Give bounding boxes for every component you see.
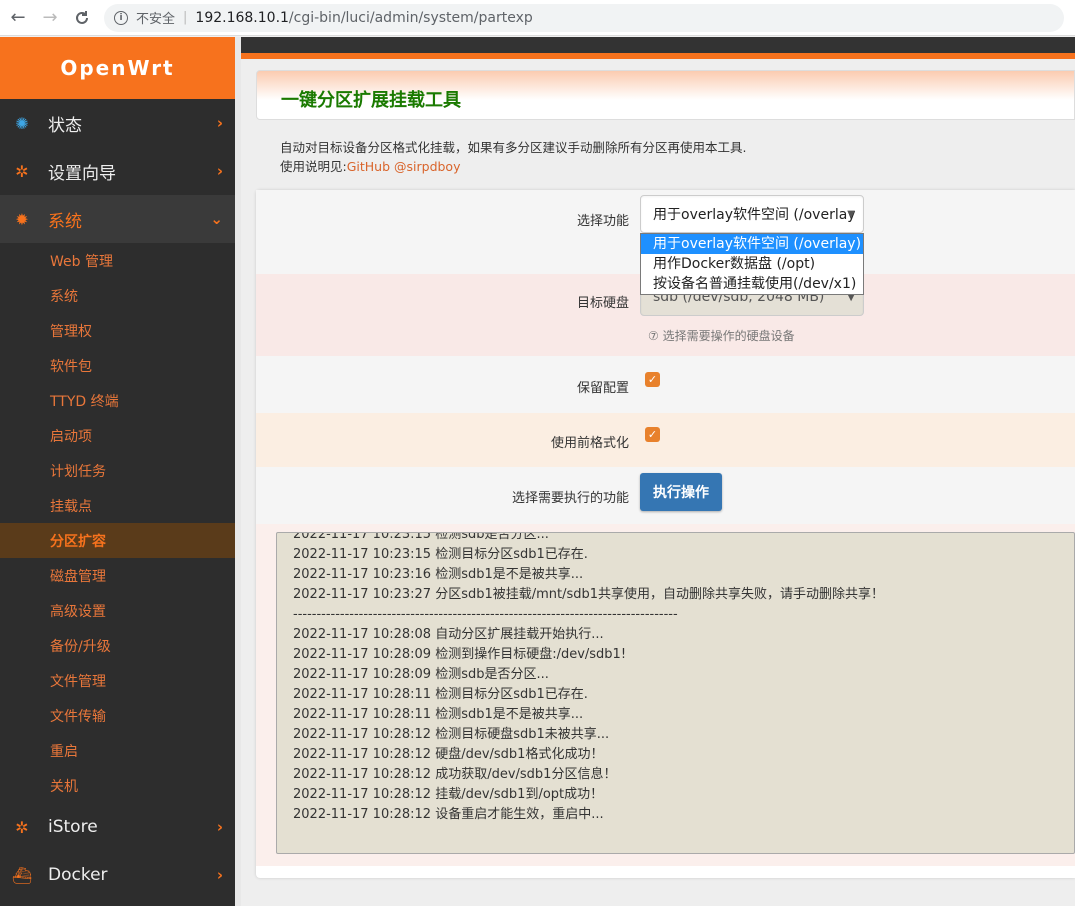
- sidebar-subitem-diskman[interactable]: 磁盘管理: [0, 558, 235, 593]
- format-label: 使用前格式化: [550, 436, 629, 451]
- log-lines: 2022-11-17 10:23:15 检测sdb是否分区... 2022-11…: [293, 532, 885, 825]
- sidebar-subitem-packages[interactable]: 软件包: [0, 348, 235, 383]
- exec-label: 选择需要执行的功能: [511, 491, 629, 506]
- sidebar-subitem-reboot[interactable]: 重启: [0, 733, 235, 768]
- sidebar-subitem-partexp[interactable]: 分区扩容: [0, 523, 235, 558]
- function-select-value: 用于overlay软件空间 (/overlay: [653, 207, 856, 223]
- url-path: /cgi-bin/luci/admin/system/partexp: [288, 9, 533, 26]
- log-line: 2022-11-17 10:28:11 检测sdb1是不是被共享...: [293, 707, 584, 722]
- page-description: 自动对目标设备分区格式化挂载，如果有多分区建议手动删除所有分区再使用本工具. 使…: [280, 138, 746, 176]
- sidebar-subitem-advanced[interactable]: 高级设置: [0, 593, 235, 628]
- log-line: 2022-11-17 10:23:27 分区sdb1被挂载/mnt/sdb1共享…: [293, 587, 885, 602]
- log-line: 2022-11-17 10:23:16 检测sdb1是不是被共享...: [293, 567, 584, 582]
- sidebar-subitem-crontab[interactable]: 计划任务: [0, 453, 235, 488]
- gear-icon: ✹: [15, 209, 29, 229]
- format-checkbox[interactable]: ✓: [645, 427, 660, 442]
- spinner-icon: ✲: [15, 817, 29, 837]
- sidebar-subitem-backup[interactable]: 备份/升级: [0, 628, 235, 663]
- address-separator: |: [183, 10, 188, 25]
- function-dropdown-list: 用于overlay软件空间 (/overlay) 用作Docker数据盘 (/o…: [640, 233, 864, 295]
- chevron-right-icon: ›: [216, 114, 223, 132]
- back-arrow-icon: ←: [10, 7, 26, 28]
- log-line: 2022-11-17 10:23:15 检测sdb是否分区...: [293, 532, 549, 542]
- spinner-icon: ✲: [15, 161, 29, 181]
- log-line: 2022-11-17 10:28:11 检测目标分区sdb1已存在.: [293, 687, 588, 702]
- disk-hint: ⑦ 选择需要操作的硬盘设备: [648, 329, 795, 343]
- description-line-2: 使用说明见:GitHub @sirpdboy: [280, 157, 746, 176]
- docker-icon: ⛴: [11, 865, 33, 885]
- url-host: 192.168.10.1: [195, 9, 289, 26]
- log-container: 2022-11-17 10:23:15 检测sdb是否分区... 2022-11…: [256, 524, 1075, 866]
- log-line: 2022-11-17 10:28:09 检测到操作目标硬盘:/dev/sdb1!: [293, 647, 627, 662]
- chevron-down-icon: ▼: [847, 208, 855, 220]
- sidebar-subitem-admin[interactable]: 管理权: [0, 313, 235, 348]
- sidebar-item-label: 状态: [48, 115, 82, 136]
- keep-config-checkbox[interactable]: ✓: [645, 372, 660, 387]
- sidebar-subitem-filetransfer[interactable]: 文件传输: [0, 698, 235, 733]
- github-link[interactable]: GitHub @sirpdboy: [347, 159, 461, 174]
- brand-logo[interactable]: OpenWrt: [0, 37, 235, 99]
- insecure-label: 不安全: [136, 12, 176, 27]
- address-bar[interactable]: i 不安全 | 192.168.10.1/cgi-bin/luci/admin/…: [104, 3, 1064, 32]
- sidebar-item-label: iStore: [48, 817, 98, 837]
- info-icon[interactable]: i: [114, 10, 128, 25]
- form-row-keep-config: 保留配置 ✓: [256, 356, 1075, 413]
- page-title: 一键分区扩展挂载工具: [281, 90, 461, 111]
- sidebar-item-label: 设置向导: [48, 163, 116, 184]
- function-select[interactable]: 用于overlay软件空间 (/overlay ▼: [640, 195, 864, 233]
- log-line: 2022-11-17 10:23:15 检测目标分区sdb1已存在.: [293, 547, 588, 562]
- dropdown-option-overlay[interactable]: 用于overlay软件空间 (/overlay): [641, 234, 863, 254]
- chevron-down-icon: ⌄: [210, 210, 223, 228]
- log-line: 2022-11-17 10:28:12 挂载/dev/sdb1到/opt成功！: [293, 787, 604, 802]
- form-row-format: 使用前格式化 ✓: [256, 413, 1075, 467]
- reload-icon: [76, 10, 88, 24]
- description-line: 自动对目标设备分区格式化挂载，如果有多分区建议手动删除所有分区再使用本工具.: [280, 140, 747, 155]
- sidebar-item-label: Docker: [48, 865, 108, 885]
- log-line: 2022-11-17 10:28:12 硬盘/dev/sdb1格式化成功！: [293, 747, 604, 762]
- sidebar-item-system[interactable]: ✹ 系统 ⌄: [0, 195, 235, 243]
- log-line: 2022-11-17 10:28:08 自动分区扩展挂载开始执行...: [293, 627, 604, 642]
- sidebar-item-status[interactable]: ✺ 状态 ›: [0, 99, 235, 147]
- forward-button[interactable]: →: [36, 4, 64, 32]
- header-bar: [241, 37, 1075, 53]
- sidebar-subitem-ttyd[interactable]: TTYD 终端: [0, 383, 235, 418]
- sidebar-subitem-web[interactable]: Web 管理: [0, 243, 235, 278]
- title-card: 一键分区扩展挂载工具: [256, 70, 1075, 120]
- chevron-right-icon: ›: [216, 818, 223, 836]
- log-line: 2022-11-17 10:28:12 成功获取/dev/sdb1分区信息！: [293, 767, 617, 782]
- back-button[interactable]: ←: [4, 4, 32, 32]
- browser-toolbar: ← → i 不安全 | 192.168.10.1/cgi-bin/luci/ad…: [0, 0, 1075, 36]
- sidebar-subitem-filemanager[interactable]: 文件管理: [0, 663, 235, 698]
- sidebar-item-istore[interactable]: ✲ iStore ›: [0, 803, 235, 851]
- dropdown-option-device[interactable]: 按设备名普通挂载使用(/dev/x1): [641, 274, 863, 294]
- dashboard-icon: ✺: [15, 113, 29, 133]
- forward-arrow-icon: →: [42, 7, 58, 28]
- sidebar-item-docker[interactable]: ⛴ Docker ›: [0, 851, 235, 899]
- function-label: 选择功能: [576, 214, 629, 229]
- sidebar-subitem-poweroff[interactable]: 关机: [0, 768, 235, 803]
- chevron-right-icon: ›: [216, 162, 223, 180]
- log-line: 2022-11-17 10:28:12 检测目标硬盘sdb1未被共享...: [293, 727, 610, 742]
- sidebar-subitem-mounts[interactable]: 挂载点: [0, 488, 235, 523]
- form-row-exec: 选择需要执行的功能 执行操作: [256, 467, 1075, 524]
- sidebar-item-wizard[interactable]: ✲ 设置向导 ›: [0, 147, 235, 195]
- dropdown-option-docker[interactable]: 用作Docker数据盘 (/opt): [641, 254, 863, 274]
- reload-button[interactable]: [68, 4, 96, 32]
- sidebar-subitem-system[interactable]: 系统: [0, 278, 235, 313]
- log-line: 2022-11-17 10:28:09 检测sdb是否分区...: [293, 667, 549, 682]
- log-separator: ----------------------------------------…: [293, 607, 678, 622]
- url-text: 192.168.10.1/cgi-bin/luci/admin/system/p…: [195, 10, 532, 26]
- sidebar-subitem-startup[interactable]: 启动项: [0, 418, 235, 453]
- execute-button[interactable]: 执行操作: [640, 473, 722, 511]
- keep-config-label: 保留配置: [576, 381, 629, 396]
- sidebar: OpenWrt ✺ 状态 › ✲ 设置向导 › ✹ 系统 ⌄ Web 管理 系统…: [0, 37, 235, 906]
- description-prefix: 使用说明见:: [280, 159, 347, 174]
- disk-label: 目标硬盘: [576, 296, 629, 311]
- log-line: 2022-11-17 10:28:12 设备重启才能生效，重启中...: [293, 807, 604, 822]
- chevron-right-icon: ›: [216, 866, 223, 884]
- log-textarea[interactable]: 2022-11-17 10:23:15 检测sdb是否分区... 2022-11…: [276, 532, 1075, 854]
- sidebar-item-label: 系统: [48, 211, 82, 232]
